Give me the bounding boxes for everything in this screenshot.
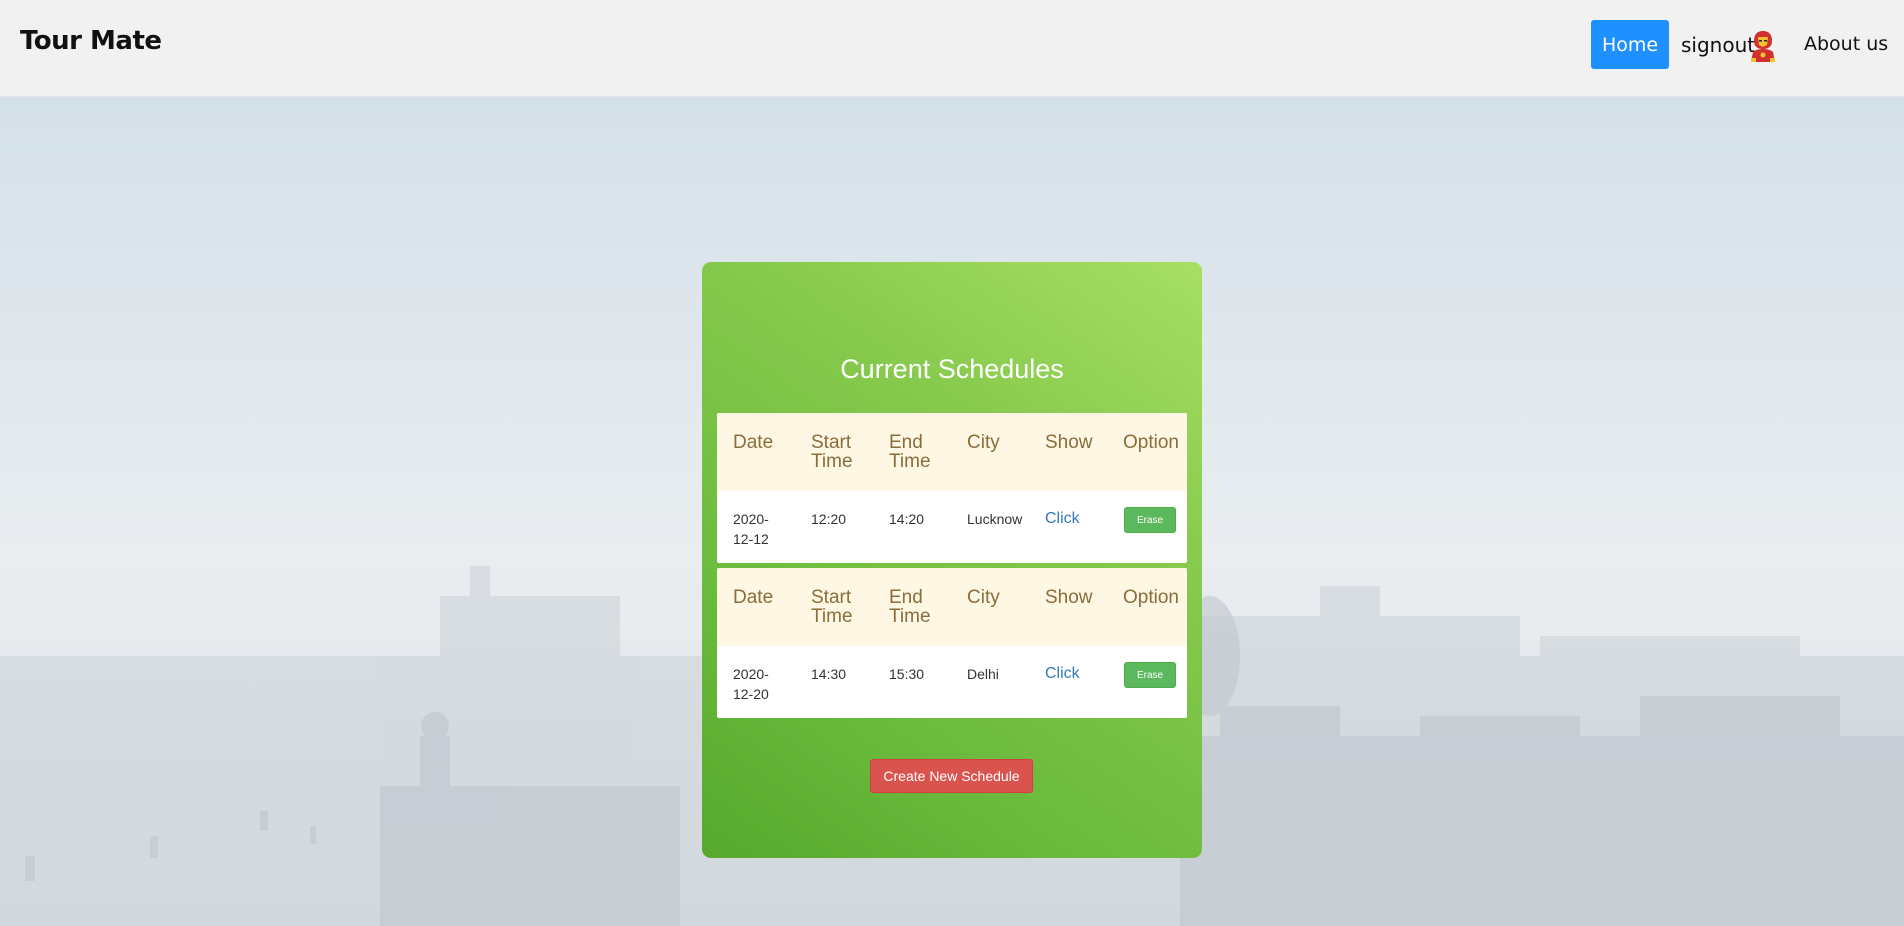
column-header-end-time: End Time: [889, 432, 931, 472]
column-header-date: Date: [733, 587, 774, 608]
nav-home-button[interactable]: Home: [1591, 20, 1669, 69]
column-header-start-time: Start Time: [811, 432, 853, 472]
nav-signout-link[interactable]: signout: [1681, 33, 1755, 57]
column-header-option: Option: [1123, 432, 1179, 453]
top-navbar: Tour Mate Home signout About us: [0, 0, 1904, 97]
table-header: Date Start Time End Time City Show Optio…: [717, 413, 1187, 491]
schedule-table: Date Start Time End Time City Show Optio…: [717, 568, 1187, 718]
nav-about-link[interactable]: About us: [1804, 33, 1888, 55]
schedule-table: Date Start Time End Time City Show Optio…: [717, 413, 1187, 563]
erase-button[interactable]: Erase: [1124, 507, 1176, 533]
column-header-city: City: [967, 432, 1000, 453]
card-title: Current Schedules: [840, 354, 1064, 384]
cell-start-time: 12:20: [811, 511, 847, 527]
create-schedule-button[interactable]: Create New Schedule: [870, 759, 1033, 793]
column-header-date: Date: [733, 432, 774, 453]
show-link[interactable]: Click: [1045, 664, 1080, 684]
schedules-card: Current Schedules Date Start Time End Ti…: [702, 262, 1202, 858]
cell-end-time: 15:30: [889, 666, 925, 682]
cell-start-time: 14:30: [811, 666, 847, 682]
cell-date: 2020-12-12: [733, 511, 769, 547]
column-header-start-time: Start Time: [811, 587, 853, 627]
column-header-end-time: End Time: [889, 587, 931, 627]
cell-city: Delhi: [967, 666, 999, 682]
column-header-option: Option: [1123, 587, 1179, 608]
column-header-city: City: [967, 587, 1000, 608]
table-header: Date Start Time End Time City Show Optio…: [717, 568, 1187, 646]
brand-logo[interactable]: Tour Mate: [20, 26, 162, 56]
column-header-show: Show: [1045, 432, 1093, 453]
erase-button[interactable]: Erase: [1124, 662, 1176, 688]
cell-end-time: 14:20: [889, 511, 925, 527]
ironman-avatar-icon[interactable]: [1748, 30, 1778, 62]
cell-date: 2020-12-20: [733, 666, 769, 702]
show-link[interactable]: Click: [1045, 509, 1080, 529]
column-header-show: Show: [1045, 587, 1093, 608]
cell-city: Lucknow: [967, 511, 1023, 527]
